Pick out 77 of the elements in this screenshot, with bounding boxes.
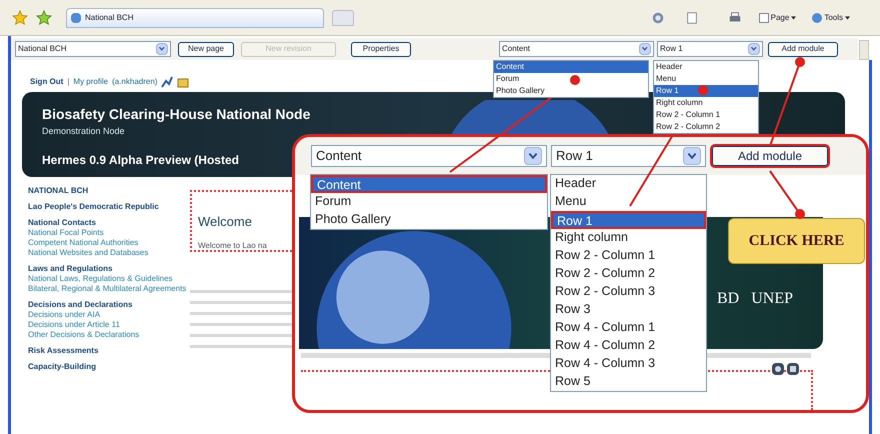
dropdown-option[interactable]: Menu xyxy=(551,193,706,211)
nav-link[interactable]: Other Decisions & Declarations xyxy=(28,330,188,340)
dropdown-option[interactable]: Row 5 xyxy=(551,373,706,391)
dropdown-field[interactable]: Content xyxy=(311,145,547,167)
dropdown-option[interactable]: Row 2 - Column 1 xyxy=(654,109,758,121)
nav-heading[interactable]: Capacity-Building xyxy=(28,362,188,372)
annotation-dot xyxy=(698,85,708,95)
dropdown-field[interactable]: Content xyxy=(499,41,654,57)
dropdown-option[interactable]: Header xyxy=(551,175,706,193)
nav-link[interactable]: National Focal Points xyxy=(28,228,188,238)
caret-icon xyxy=(791,16,796,20)
dropdown-option[interactable]: Forum xyxy=(311,193,547,211)
dropdown-option[interactable]: Row 1 xyxy=(551,211,706,229)
command-menu[interactable]: Tools xyxy=(812,12,850,24)
click-here-label: CLICK HERE xyxy=(728,218,865,264)
welcome-text: Welcome to Lao na xyxy=(198,240,268,252)
annotation-dot xyxy=(795,209,805,219)
folder-icon[interactable] xyxy=(177,76,190,88)
nav-link[interactable]: National Websites and Databases xyxy=(28,248,188,258)
nav-link[interactable]: Competent National Authorities xyxy=(28,238,188,248)
logo-text: BD xyxy=(717,289,740,309)
nav-heading[interactable]: Decisions and Declarations xyxy=(28,300,188,310)
command-menu[interactable]: Page xyxy=(758,12,796,24)
annotation-dot xyxy=(570,75,580,85)
dropdown-option[interactable]: Row 1 xyxy=(654,85,758,97)
dropdown-option[interactable]: Row 2 - Column 2 xyxy=(654,121,758,133)
dropdown-option[interactable]: Row 2 - Column 2 xyxy=(551,265,706,283)
profile-link[interactable]: My profile xyxy=(73,76,108,88)
browser-tab[interactable]: National BCH xyxy=(66,8,324,28)
banner-version: Hermes 0.9 Alpha Preview (Hosted xyxy=(42,152,239,168)
nav-heading[interactable]: Lao People's Democratic Republic xyxy=(28,202,188,212)
nav-link[interactable]: Decisions under Article 11 xyxy=(28,320,188,330)
dropdown-option[interactable]: Row 4 - Column 3 xyxy=(551,355,706,373)
toolbar-button[interactable]: Add module xyxy=(768,42,838,56)
toolbar-button[interactable]: Add module xyxy=(712,146,828,166)
dropdown-field[interactable]: Row 1 xyxy=(657,41,763,57)
nav-heading[interactable]: National Contacts xyxy=(28,218,188,228)
dropdown-option[interactable]: Photo Gallery xyxy=(494,85,648,97)
star-icon[interactable] xyxy=(12,10,28,26)
dropdown-option[interactable]: Row 2 - Column 1 xyxy=(551,247,706,265)
nav-link[interactable]: National Laws, Regulations & Guidelines xyxy=(28,274,188,284)
dropdown-option[interactable]: Row 4 - Column 2 xyxy=(551,337,706,355)
banner-title: Biosafety Clearing-House National Node xyxy=(42,105,310,124)
add-favorite-icon[interactable] xyxy=(36,10,52,26)
dropdown-field[interactable]: Row 1 xyxy=(551,145,706,167)
logo-text: UNEP xyxy=(751,289,794,309)
dropdown-option[interactable]: Row 2 - Column 3 xyxy=(551,283,706,301)
scrollbar[interactable] xyxy=(859,40,869,60)
dropdown-option[interactable]: Right column xyxy=(654,97,758,109)
dropdown-arrow-icon[interactable] xyxy=(156,43,168,55)
dropdown-arrow-icon[interactable] xyxy=(748,43,760,55)
nav-heading[interactable]: NATIONAL BCH xyxy=(28,186,188,196)
dropdown-arrow-icon[interactable] xyxy=(639,43,651,55)
dropdown-option[interactable]: Photo Gallery xyxy=(311,211,547,229)
annotation-dot xyxy=(795,57,805,67)
nav-link[interactable]: Decisions under AIA xyxy=(28,310,188,320)
dropdown-option[interactable]: Header xyxy=(654,61,758,73)
caret-icon xyxy=(845,16,850,20)
banner-subtitle: Demonstration Node xyxy=(42,125,125,138)
separator: | xyxy=(67,76,70,88)
nav-link[interactable]: Bilateral, Regional & Multilateral Agreements xyxy=(28,284,188,294)
user-name: (a.nkhadren) xyxy=(112,76,158,88)
nav-heading[interactable]: Risk Assessments xyxy=(28,346,188,356)
toolbar-button[interactable]: New page xyxy=(178,42,234,56)
dropdown-option[interactable]: Row 3 xyxy=(551,301,706,319)
toolbar-button[interactable]: Properties xyxy=(351,42,411,56)
dropdown-field[interactable]: National BCH xyxy=(15,41,171,57)
dropdown-option[interactable]: Content xyxy=(494,61,648,73)
sign-out-link[interactable]: Sign Out xyxy=(30,76,64,88)
dropdown-option[interactable]: Row 4 - Column 1 xyxy=(551,319,706,337)
dropdown-option[interactable]: Content xyxy=(311,175,547,193)
dropdown-option[interactable]: Right column xyxy=(551,229,706,247)
chart-icon[interactable] xyxy=(161,76,174,88)
welcome-title: Welcome xyxy=(198,213,253,231)
nav-heading[interactable]: Laws and Regulations xyxy=(28,264,188,274)
dropdown-option[interactable]: Menu xyxy=(654,73,758,85)
dropdown-option[interactable]: Forum xyxy=(494,73,648,85)
